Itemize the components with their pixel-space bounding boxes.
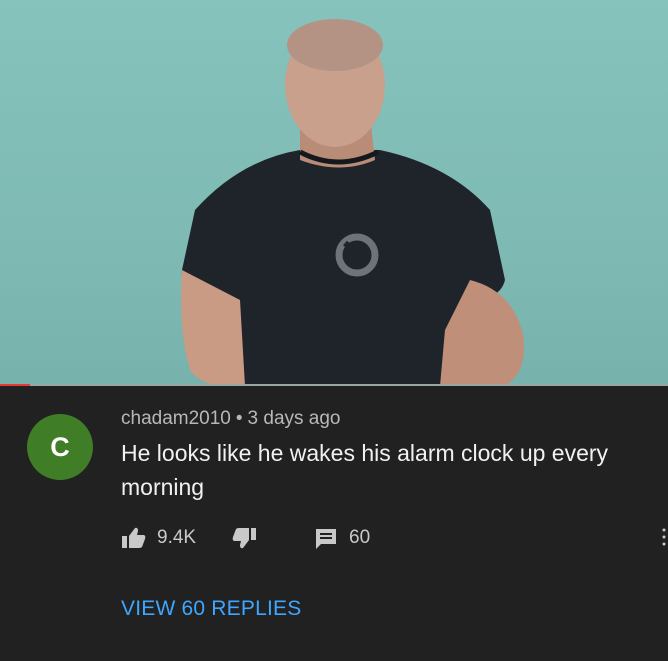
more-options-icon[interactable] [662,526,666,548]
reply-count: 60 [349,527,371,548]
comment-text: He looks like he wakes his alarm clock u… [121,440,609,500]
comment-time: 3 days ago [247,408,341,429]
avatar[interactable]: C [27,414,93,480]
video-progress-bar[interactable] [0,384,668,386]
like-count: 9.4K [157,527,197,548]
view-replies-button[interactable]: VIEW 60 REPLIES [121,597,301,621]
reply-button[interactable]: 60 [314,526,370,550]
thumbs-down-icon [231,526,257,550]
avatar-letter: C [50,431,70,462]
dislike-button[interactable] [231,526,257,550]
like-button[interactable]: 9.4K [121,526,196,550]
comment-author[interactable]: chadam2010 [121,408,231,429]
comment-thread: C chadam2010 • 3 days ago He looks like he… [0,388,668,661]
thumbs-up-icon [121,526,147,550]
meta-separator: • [235,408,243,429]
comment-actions: 9.4K 60 [121,526,641,554]
video-progress-fill [0,384,31,386]
video-frame [181,19,524,386]
comment-icon [314,526,338,550]
comment-meta: chadam2010 • 3 days ago [121,408,341,430]
video-player[interactable] [0,0,668,386]
